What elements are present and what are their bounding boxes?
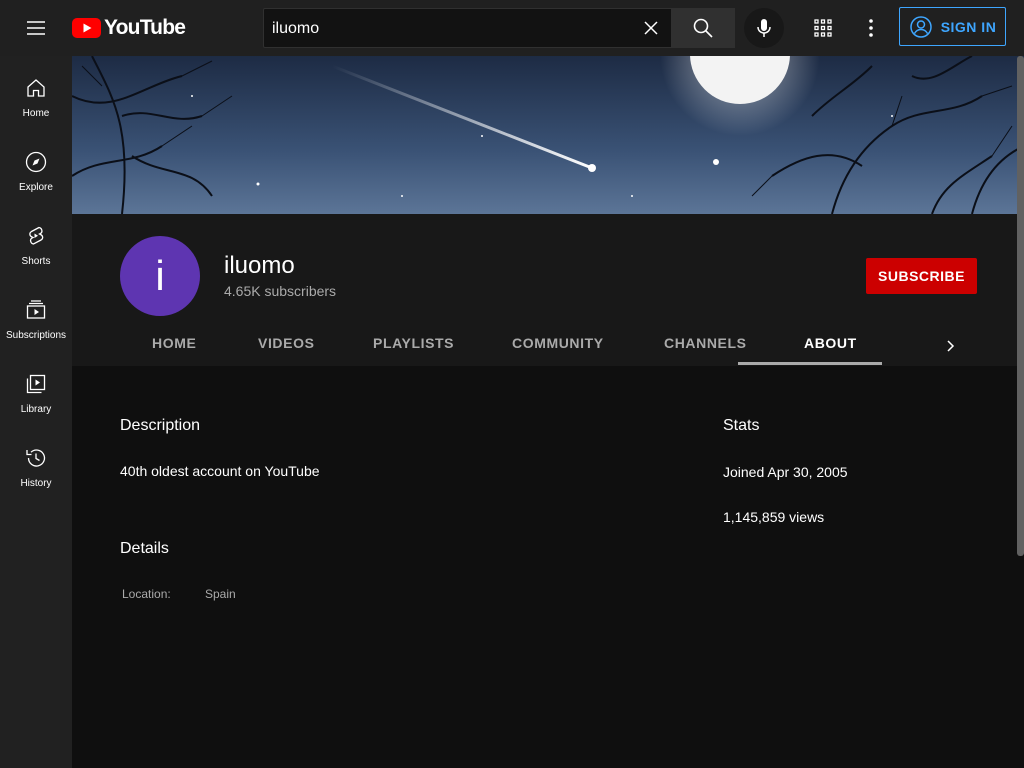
youtube-logo[interactable]: YouTube	[72, 16, 186, 39]
subscribe-button[interactable]: SUBSCRIBE	[866, 258, 977, 294]
sidebar-item-label: Library	[20, 404, 52, 415]
home-icon	[24, 76, 48, 100]
sidebar-item-label: Home	[22, 108, 50, 119]
location-label: Location:	[122, 587, 171, 601]
sign-in-label: SIGN IN	[940, 18, 997, 35]
sidebar-item-label: Explore	[19, 182, 53, 193]
library-icon	[24, 372, 48, 396]
subscriber-count: 4.65K subscribers	[224, 283, 337, 299]
sidebar-item-subscriptions[interactable]: Subscriptions	[0, 278, 72, 352]
top-bar: YouTube iluomo SIGN IN	[0, 0, 1024, 56]
sidebar-item-history[interactable]: History	[0, 426, 72, 500]
sidebar-item-explore[interactable]: Explore	[0, 130, 72, 204]
joined-date: Joined Apr 30, 2005	[723, 464, 848, 480]
channel-name: iluomo	[224, 252, 295, 279]
sidebar-item-label: Subscriptions	[5, 330, 67, 341]
sidebar-item-label: History	[20, 478, 52, 489]
subscriptions-icon	[24, 298, 48, 322]
subscribe-label: SUBSCRIBE	[878, 268, 965, 284]
page-scrollbar[interactable]	[1017, 56, 1024, 556]
sidebar-item-home[interactable]: Home	[0, 56, 72, 130]
menu-icon[interactable]	[24, 16, 48, 40]
description-text: 40th oldest account on YouTube	[120, 463, 320, 479]
youtube-play-icon	[72, 18, 101, 38]
sign-in-button[interactable]: SIGN IN	[899, 7, 1006, 46]
active-tab-indicator	[738, 362, 882, 365]
microphone-icon	[757, 19, 771, 37]
description-title: Description	[120, 417, 201, 434]
sidebar: Home Explore Shorts Subscriptions Librar…	[0, 56, 72, 768]
stats-title: Stats	[723, 417, 760, 434]
search-input[interactable]	[270, 9, 634, 49]
voice-search-button[interactable]	[744, 8, 784, 48]
avatar-letter: i	[155, 252, 165, 299]
location-value: Spain	[205, 587, 236, 601]
view-count: 1,145,859 views	[723, 509, 825, 525]
sidebar-item-label: Shorts	[21, 256, 51, 267]
details-title: Details	[120, 540, 169, 557]
search-icon	[693, 18, 713, 38]
channel-avatar[interactable]: i	[120, 236, 200, 316]
more-vert-icon[interactable]	[859, 16, 883, 40]
search-box	[263, 8, 673, 49]
clear-icon[interactable]	[639, 16, 663, 40]
chevron-right-icon[interactable]	[938, 334, 962, 358]
account-icon	[909, 15, 932, 38]
shorts-icon	[24, 224, 48, 248]
search-button[interactable]	[672, 8, 735, 48]
sidebar-item-shorts[interactable]: Shorts	[0, 204, 72, 278]
channel-header: i iluomo 4.65K subscribers SUBSCRIBE HOM…	[72, 214, 1024, 366]
search-bar	[263, 8, 735, 49]
sidebar-item-library[interactable]: Library	[0, 352, 72, 426]
apps-grid-icon[interactable]	[811, 16, 835, 40]
compass-icon	[24, 150, 48, 174]
logo-text: YouTube	[104, 16, 186, 39]
about-content: Description 40th oldest account on YouTu…	[72, 366, 1024, 768]
channel-banner	[72, 56, 1024, 214]
history-icon	[24, 446, 48, 470]
